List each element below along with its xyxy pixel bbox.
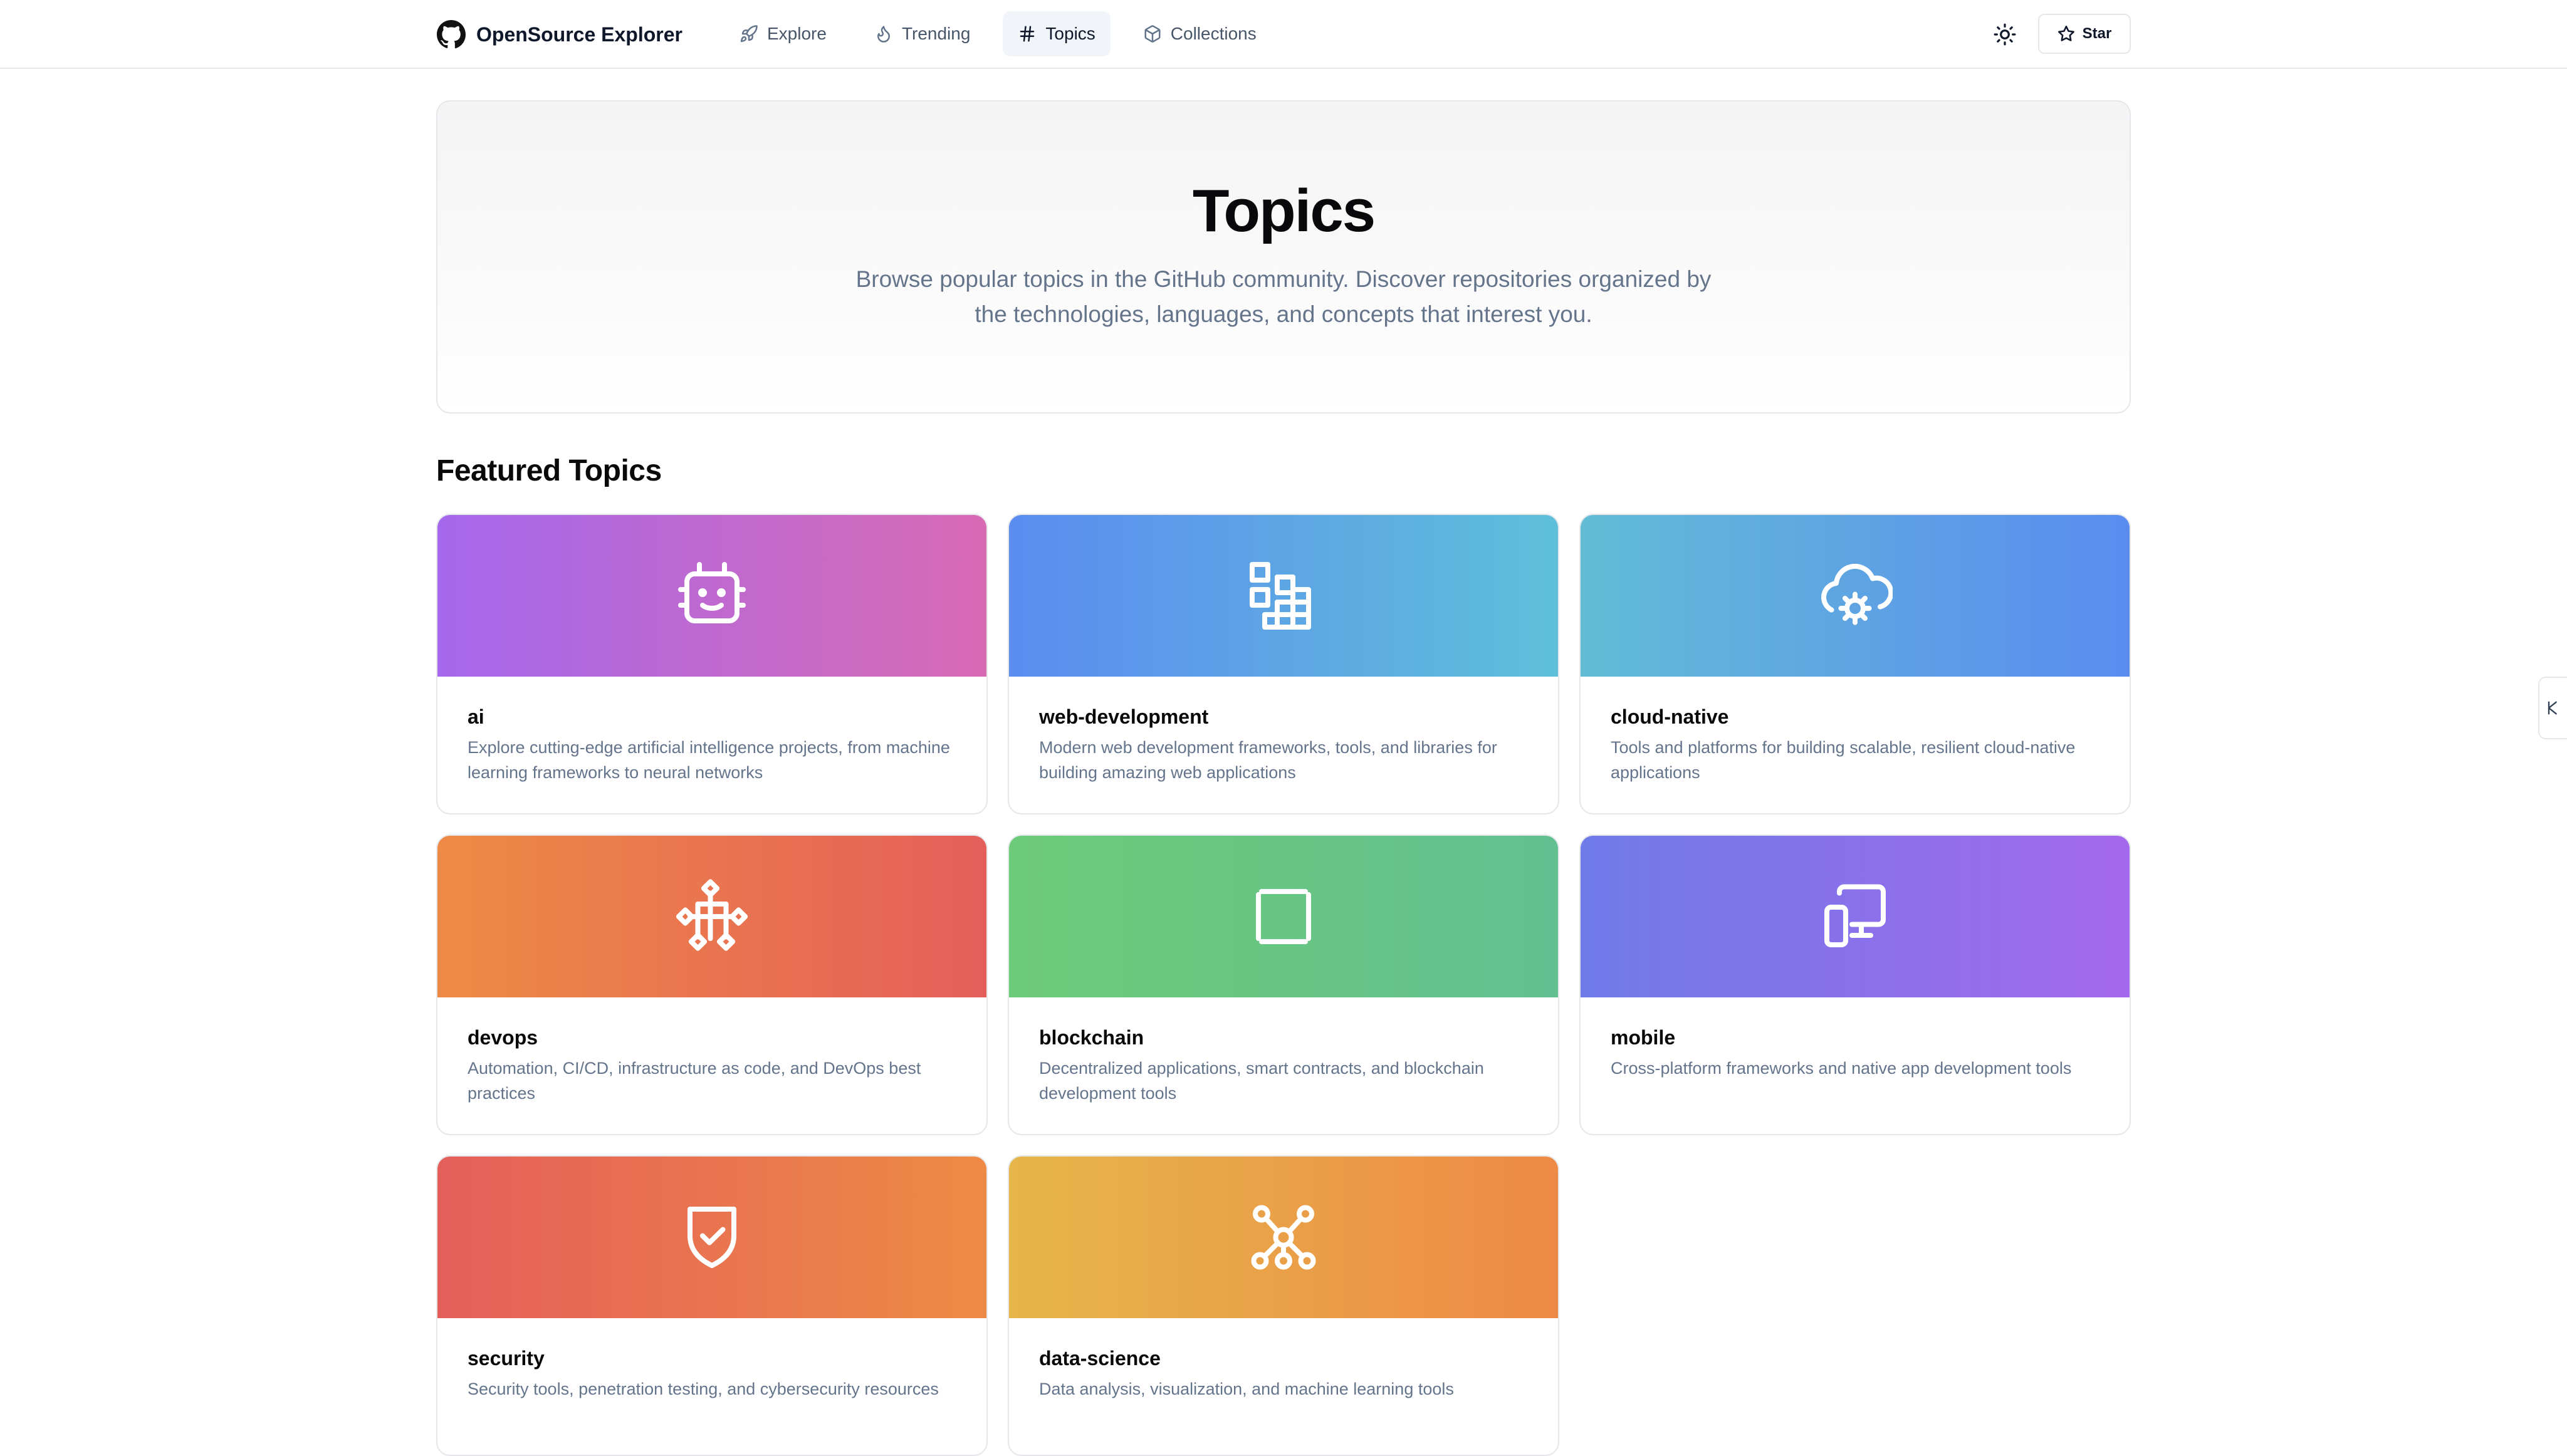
- nav-collections[interactable]: Collections: [1128, 11, 1272, 56]
- hero-panel: Topics Browse popular topics in the GitH…: [436, 100, 2131, 413]
- page-subtitle: Browse popular topics in the GitHub comm…: [855, 266, 1712, 327]
- box-icon: [1144, 25, 1161, 43]
- topic-card-cloud-native[interactable]: cloud-native Tools and platforms for bui…: [1579, 514, 2131, 814]
- topic-banner: [1009, 1157, 1558, 1318]
- github-icon: [437, 20, 466, 49]
- topic-description: Explore cutting-edge artificial intellig…: [468, 738, 950, 782]
- top-navbar: OpenSource Explorer Explore Trending Top…: [0, 0, 2567, 69]
- topic-description: Tools and platforms for building scalabl…: [1611, 738, 2076, 782]
- flame-icon: [877, 26, 890, 43]
- topic-banner: [1581, 515, 2130, 677]
- topic-description: Modern web development frameworks, tools…: [1039, 738, 1497, 782]
- topic-card-devops[interactable]: devops Automation, CI/CD, infrastructure…: [436, 835, 988, 1135]
- featured-topics-heading: Featured Topics: [436, 454, 662, 487]
- nav-topics-label: Topics: [1045, 24, 1095, 43]
- topic-banner: [1581, 836, 2130, 997]
- topic-description: Security tools, penetration testing, and…: [468, 1380, 939, 1398]
- brand-name: OpenSource Explorer: [476, 23, 682, 46]
- topic-title: devops: [468, 1026, 538, 1049]
- topic-description: Cross-platform frameworks and native app…: [1611, 1059, 2072, 1078]
- main-nav: Explore Trending Topics Collections: [724, 11, 1272, 56]
- topic-card-security[interactable]: security Security tools, penetration tes…: [436, 1155, 988, 1456]
- topic-description: Decentralized applications, smart contra…: [1039, 1059, 1484, 1103]
- nav-explore-label: Explore: [767, 24, 827, 43]
- topic-description: Data analysis, visualization, and machin…: [1039, 1380, 1454, 1398]
- devices-icon: [1824, 884, 1886, 947]
- topic-title: ai: [468, 705, 484, 728]
- star-icon: [2057, 26, 2074, 41]
- topic-banner: [1009, 515, 1558, 677]
- panel-toggle-icon: [2548, 701, 2557, 715]
- nav-trending-label: Trending: [901, 24, 971, 43]
- topic-description: Automation, CI/CD, infrastructure as cod…: [468, 1059, 921, 1103]
- topic-banner: [437, 515, 986, 677]
- blocks-icon: [1250, 562, 1311, 630]
- cloud-cog-icon: [1821, 563, 1893, 625]
- side-panel-toggle[interactable]: [2538, 677, 2567, 739]
- topic-card-data-science[interactable]: data-science Data analysis, visualizatio…: [1008, 1155, 1559, 1456]
- topic-title: web-development: [1039, 705, 1209, 728]
- topic-title: security: [468, 1347, 545, 1370]
- brand-link[interactable]: OpenSource Explorer: [436, 18, 682, 51]
- nav-explore[interactable]: Explore: [724, 11, 842, 56]
- rocket-icon: [740, 25, 758, 43]
- topic-banner: [1009, 836, 1558, 997]
- nav-collections-label: Collections: [1170, 24, 1257, 43]
- star-button[interactable]: Star: [2038, 14, 2131, 54]
- topic-title: blockchain: [1039, 1026, 1144, 1049]
- frame-icon: [1256, 889, 1311, 944]
- topic-title: data-science: [1039, 1347, 1161, 1370]
- nav-trending[interactable]: Trending: [859, 11, 985, 56]
- star-button-label: Star: [2082, 25, 2112, 42]
- topic-title: cloud-native: [1611, 705, 1729, 728]
- network-icon: [1251, 1205, 1316, 1270]
- shield-check-icon: [687, 1207, 736, 1268]
- nav-topics[interactable]: Topics: [1003, 11, 1111, 56]
- topic-card-web-development[interactable]: web-development Modern web development f…: [1008, 514, 1559, 814]
- topic-card-blockchain[interactable]: blockchain Decentralized applications, s…: [1008, 835, 1559, 1135]
- bot-icon: [678, 562, 746, 623]
- topic-banner: [437, 836, 986, 997]
- page-title: Topics: [1192, 177, 1376, 244]
- topic-banner: [437, 1157, 986, 1318]
- hash-icon: [1020, 26, 1035, 42]
- sun-icon: [1994, 23, 2016, 46]
- theme-toggle-button[interactable]: [1988, 18, 2022, 51]
- workflow-icon: [676, 879, 748, 951]
- topic-title: mobile: [1611, 1026, 1676, 1049]
- topic-card-ai[interactable]: ai Explore cutting-edge artificial intel…: [436, 514, 988, 814]
- topic-card-mobile[interactable]: mobile Cross-platform frameworks and nat…: [1579, 835, 2131, 1135]
